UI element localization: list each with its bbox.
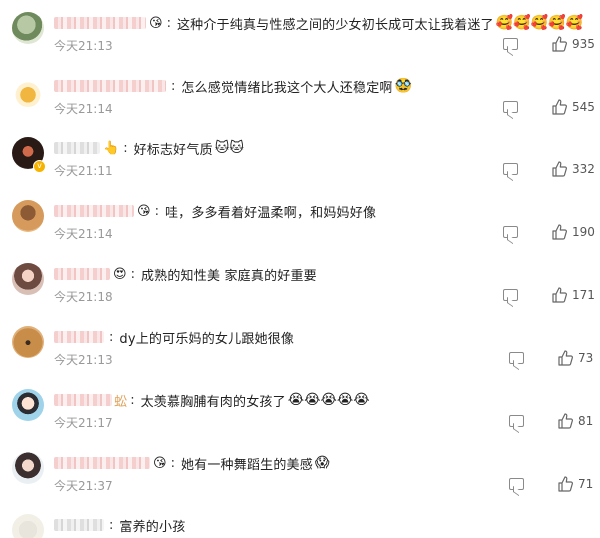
- comment-icon[interactable]: [503, 101, 518, 113]
- comment-time: 今天21:13: [54, 39, 113, 53]
- user-avatar[interactable]: [12, 200, 44, 232]
- comment-item: 😘 : 这种介于纯真与性感之间的少女初长成可太让我着迷了 🥰🥰🥰🥰🥰 今天21:…: [0, 6, 600, 69]
- colon: :: [123, 140, 128, 156]
- comment-text: 好标志好气质: [133, 142, 213, 158]
- like-count: 73: [578, 351, 594, 365]
- colon: :: [130, 266, 135, 282]
- comment-item: v 👆 : 好标志好气质 🐱🐱 今天21:11 332: [0, 131, 600, 194]
- comment-emoji: 🥰🥰🥰🥰🥰: [495, 15, 583, 31]
- username-blurred[interactable]: [54, 205, 134, 217]
- username-blurred[interactable]: [54, 268, 110, 280]
- thumbs-up-icon: [552, 161, 567, 177]
- like-count: 545: [572, 100, 595, 114]
- thumbs-up-icon: [552, 36, 567, 52]
- comment-emoji: 🥸: [394, 78, 413, 94]
- comment-item: : 富养的小孩: [0, 508, 600, 538]
- comment-icon[interactable]: [509, 352, 524, 364]
- like-button[interactable]: 190: [551, 224, 595, 240]
- comment-icon[interactable]: [503, 163, 518, 175]
- comment-text: 她有一种舞蹈生的美感: [180, 457, 313, 473]
- username-blurred[interactable]: [54, 519, 104, 531]
- like-count: 71: [578, 477, 594, 491]
- like-button[interactable]: 71: [557, 476, 593, 492]
- comment-icon[interactable]: [509, 415, 524, 427]
- user-badge: 👆: [103, 140, 120, 156]
- user-badge: 😍: [113, 266, 127, 282]
- user-avatar[interactable]: [12, 75, 44, 107]
- user-avatar[interactable]: [12, 326, 44, 358]
- username-blurred[interactable]: [54, 17, 146, 29]
- like-count: 81: [578, 414, 594, 428]
- user-badge: 😘: [137, 203, 151, 219]
- comment-icon[interactable]: [503, 38, 518, 50]
- user-avatar[interactable]: [12, 389, 44, 421]
- like-count: 935: [572, 37, 595, 51]
- user-avatar[interactable]: [12, 263, 44, 295]
- user-avatar[interactable]: [12, 452, 44, 484]
- verified-badge-icon: v: [33, 160, 46, 173]
- comment-text: dy上的可乐妈的女儿跟她很像: [119, 331, 295, 347]
- thumbs-up-icon: [558, 413, 573, 429]
- thumbs-up-icon: [558, 350, 573, 366]
- comment-text: 怎么感觉情绪比我这个大人还稳定啊: [181, 80, 393, 96]
- comment-text: 哇，多多看着好温柔啊，和妈妈好像: [164, 205, 377, 221]
- comment-icon[interactable]: [509, 478, 524, 490]
- comment-emoji: 😭😭😭😭😭: [287, 392, 370, 408]
- username-blurred[interactable]: [54, 142, 100, 154]
- like-button[interactable]: 73: [557, 350, 593, 366]
- like-button[interactable]: 935: [551, 36, 595, 52]
- user-badge: 😘: [149, 15, 163, 31]
- colon: :: [130, 392, 135, 408]
- colon: :: [109, 517, 114, 533]
- comment-text: 成熟的知性美 家庭真的好重要: [140, 268, 317, 284]
- like-button[interactable]: 171: [551, 287, 595, 303]
- like-count: 171: [572, 288, 595, 302]
- username-blurred[interactable]: [54, 457, 150, 469]
- comment-text: 富养的小孩: [119, 519, 186, 535]
- username-blurred[interactable]: [54, 80, 166, 92]
- username-suffix[interactable]: 蚣: [114, 391, 127, 410]
- comment-text: 太羡慕胸脯有肉的女孩了: [140, 394, 286, 410]
- comment-time: 今天21:14: [54, 227, 113, 241]
- comment-item: 😘 : 她有一种舞蹈生的美感 😱 今天21:37 71: [0, 446, 600, 509]
- comment-icon[interactable]: [503, 226, 518, 238]
- thumbs-up-icon: [558, 476, 573, 492]
- comment-text: 这种介于纯真与性感之间的少女初长成可太让我着迷了: [176, 17, 494, 33]
- comment-time: 今天21:11: [54, 164, 113, 178]
- thumbs-up-icon: [552, 99, 567, 115]
- user-avatar[interactable]: [12, 12, 44, 44]
- user-badge: 😘: [153, 455, 167, 471]
- thumbs-up-icon: [552, 224, 567, 240]
- like-count: 332: [572, 162, 595, 176]
- comment-time: 今天21:18: [54, 290, 113, 304]
- colon: :: [170, 455, 175, 471]
- username-blurred[interactable]: [54, 331, 104, 343]
- colon: :: [166, 15, 171, 31]
- colon: :: [154, 203, 159, 219]
- comment-time: 今天21:17: [54, 416, 113, 430]
- like-button[interactable]: 545: [551, 99, 595, 115]
- like-button[interactable]: 81: [557, 413, 593, 429]
- thumbs-up-icon: [552, 287, 567, 303]
- user-avatar[interactable]: [12, 514, 44, 538]
- comment-emoji: 🐱🐱: [214, 140, 244, 156]
- comment-time: 今天21:13: [54, 353, 113, 367]
- like-button[interactable]: 332: [551, 161, 595, 177]
- comment-item: : dy上的可乐妈的女儿跟她很像 今天21:13 73: [0, 320, 600, 383]
- username-blurred[interactable]: [54, 394, 112, 406]
- comment-item: 😍 : 成熟的知性美 家庭真的好重要 今天21:18 171: [0, 257, 600, 320]
- colon: :: [171, 78, 176, 94]
- comment-item: 😘 : 哇，多多看着好温柔啊，和妈妈好像 今天21:14 190: [0, 194, 600, 257]
- comment-item: : 怎么感觉情绪比我这个大人还稳定啊 🥸 今天21:14 545: [0, 69, 600, 132]
- comment-time: 今天21:14: [54, 102, 113, 116]
- comment-item: 蚣 : 太羡慕胸脯有肉的女孩了 😭😭😭😭😭 今天21:17 81: [0, 383, 600, 446]
- comment-icon[interactable]: [503, 289, 518, 301]
- comment-time: 今天21:37: [54, 479, 113, 493]
- colon: :: [109, 329, 114, 345]
- comment-emoji: 😱: [314, 455, 330, 471]
- like-count: 190: [572, 225, 595, 239]
